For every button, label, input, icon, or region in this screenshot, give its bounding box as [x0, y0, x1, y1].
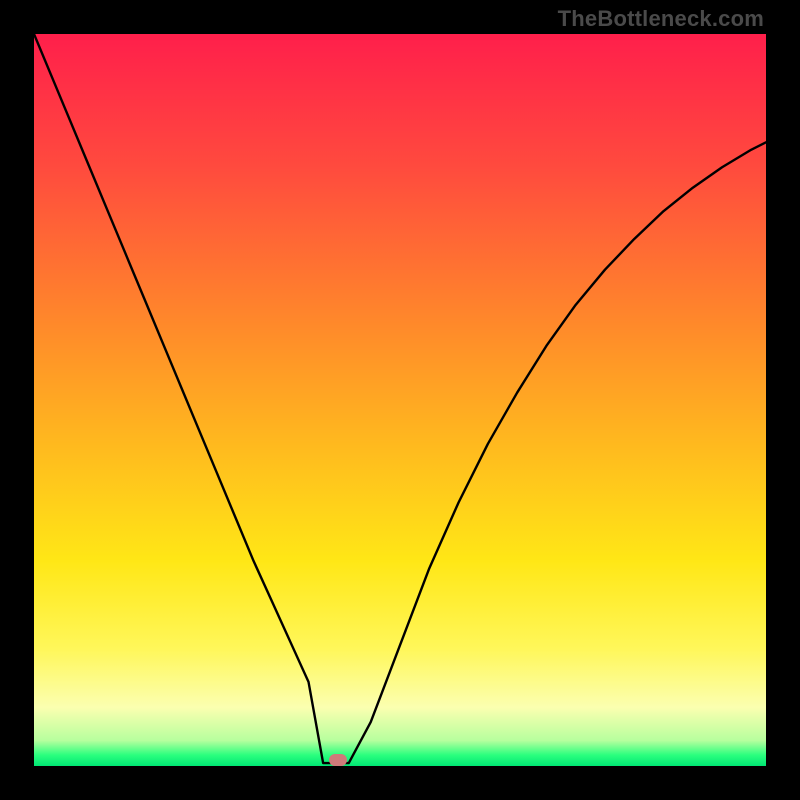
curve-path [34, 34, 766, 763]
watermark-text: TheBottleneck.com [558, 6, 764, 32]
chart-frame: TheBottleneck.com [0, 0, 800, 800]
plot-area [34, 34, 766, 766]
curve-layer [34, 34, 766, 766]
min-marker [329, 754, 347, 766]
